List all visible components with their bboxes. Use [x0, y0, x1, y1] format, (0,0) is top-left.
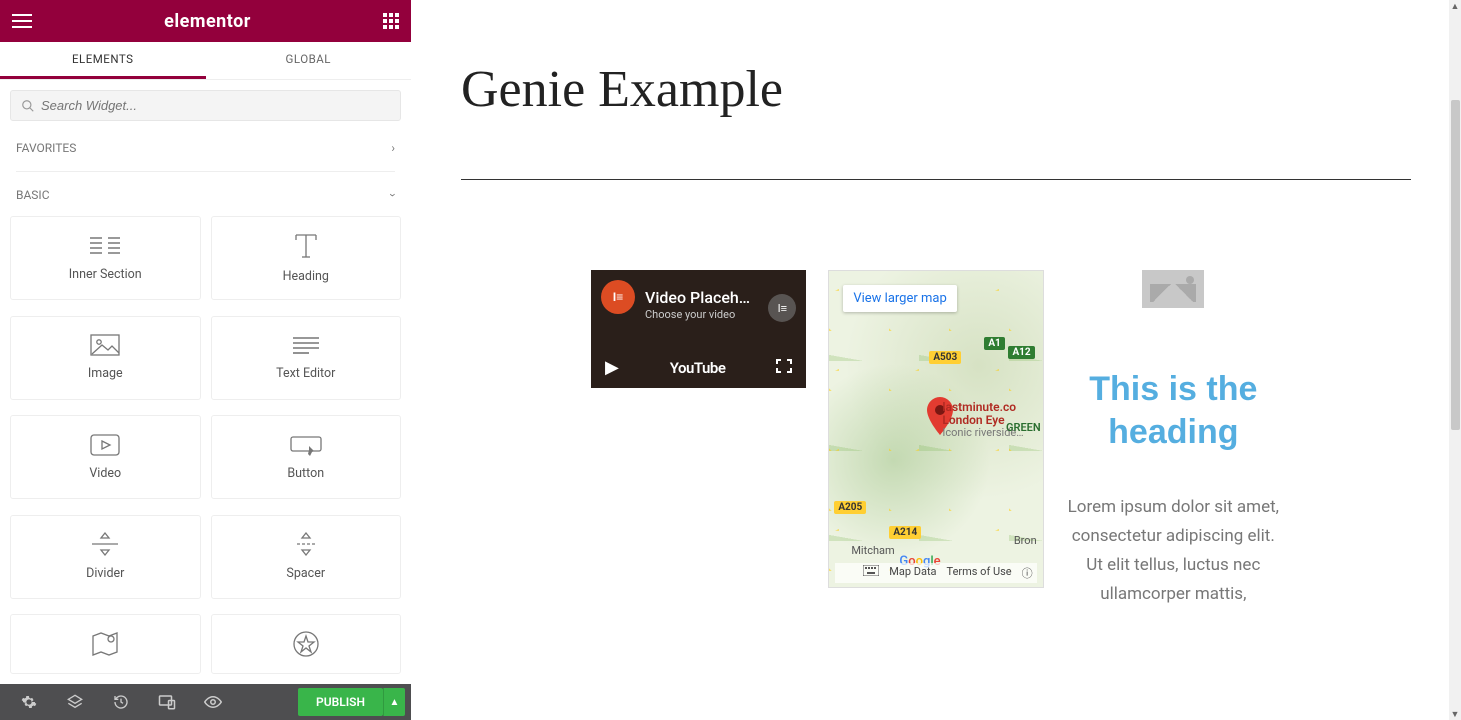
widget-label: Video [89, 466, 121, 481]
widget-map[interactable] [10, 614, 201, 674]
navigator-button[interactable] [52, 684, 98, 720]
heading-widget[interactable]: This is the heading [1066, 368, 1281, 453]
view-larger-map-button[interactable]: View larger map [843, 285, 956, 312]
road-label: A214 [889, 526, 921, 539]
widget-label: Image [88, 366, 123, 381]
widget-label: Spacer [286, 566, 325, 581]
text-editor-icon [291, 334, 321, 356]
widget-button[interactable]: Button [211, 415, 402, 499]
section-columns: I≡ Video Placeh… Choose your video ▶ You… [461, 270, 1411, 609]
map-area-label: GREEN [1006, 421, 1041, 434]
column-2[interactable]: A503 A1 A12 A205 A214 View larger map la… [828, 270, 1043, 609]
gear-icon [21, 694, 37, 710]
road-label: A503 [929, 351, 961, 364]
column-3[interactable]: This is the heading Lorem ipsum dolor si… [1066, 270, 1281, 609]
map-label-line: lastminute.co [942, 401, 1023, 414]
search-input[interactable] [41, 98, 390, 113]
search-icon [21, 99, 35, 113]
map-widget[interactable]: A503 A1 A12 A205 A214 View larger map la… [828, 270, 1043, 588]
video-icon [90, 434, 120, 456]
sidebar-header: elementor [0, 0, 411, 42]
widget-label: Text Editor [276, 366, 335, 381]
section-basic[interactable]: BASIC › [0, 178, 411, 212]
image-icon [90, 334, 120, 356]
widget-image[interactable]: Image [10, 316, 201, 400]
vertical-scrollbar[interactable]: ▲ ▼ [1449, 0, 1461, 720]
editor-canvas[interactable]: Genie Example I≡ Video Placeh… Choose yo… [411, 0, 1461, 720]
eye-icon [204, 695, 222, 709]
layers-icon [67, 694, 83, 710]
preview-button[interactable] [190, 684, 236, 720]
basic-label: BASIC [16, 188, 50, 202]
search-row [0, 80, 411, 131]
responsive-icon [158, 694, 176, 710]
caret-up-icon: ▲ [390, 697, 400, 708]
publish-options-button[interactable]: ▲ [383, 688, 405, 716]
search-widget[interactable] [10, 90, 401, 121]
elementor-sidebar: elementor ELEMENTS GLOBAL FAVORITES › BA… [0, 0, 411, 720]
widget-divider[interactable]: Divider [10, 515, 201, 599]
panel-tabs: ELEMENTS GLOBAL [0, 42, 411, 80]
road-label: A12 [1008, 346, 1034, 359]
settings-button[interactable] [6, 684, 52, 720]
favorites-label: FAVORITES [16, 141, 76, 155]
section-divider [16, 171, 395, 172]
map-terms-link[interactable]: Terms of Use [947, 565, 1012, 581]
scroll-up-icon[interactable]: ▲ [1449, 0, 1461, 12]
widget-label: Inner Section [69, 267, 142, 282]
column-1[interactable]: I≡ Video Placeh… Choose your video ▶ You… [591, 270, 806, 609]
video-widget[interactable]: I≡ Video Placeh… Choose your video ▶ You… [591, 270, 806, 388]
map-area-label: Bron [1014, 534, 1037, 547]
tab-elements[interactable]: ELEMENTS [0, 42, 206, 79]
text-editor-widget[interactable]: Lorem ipsum dolor sit amet, consectetur … [1066, 493, 1281, 609]
youtube-logo: YouTube [670, 359, 726, 377]
responsive-button[interactable] [144, 684, 190, 720]
brand-logo: elementor [164, 11, 251, 32]
divider-icon [90, 532, 120, 556]
map-data-link[interactable]: Map Data [889, 565, 936, 581]
spacer-icon [291, 532, 321, 556]
heading-icon [292, 233, 320, 259]
widget-inner-section[interactable]: Inner Section [10, 216, 201, 300]
columns-icon [90, 235, 120, 257]
widget-video[interactable]: Video [10, 415, 201, 499]
widget-icon[interactable] [211, 614, 402, 674]
map-footer: Map Data Terms of Use ⓘ [835, 563, 1036, 583]
panel-footer: PUBLISH ▲ [0, 684, 411, 720]
scrollbar-thumb[interactable] [1451, 100, 1460, 430]
keyboard-icon[interactable] [863, 565, 879, 576]
publish-button[interactable]: PUBLISH [298, 688, 383, 716]
play-icon[interactable]: ▶ [605, 357, 619, 378]
star-icon [293, 631, 319, 657]
map-pin-icon [90, 631, 120, 657]
widget-label: Button [287, 466, 324, 481]
map-area-label: Mitcham [851, 544, 894, 557]
widget-label: Divider [86, 566, 124, 581]
apps-grid-icon[interactable] [383, 13, 399, 29]
history-icon [113, 694, 129, 710]
image-placeholder-icon[interactable] [1142, 270, 1204, 308]
scroll-down-icon[interactable]: ▼ [1449, 708, 1461, 720]
widget-text-editor[interactable]: Text Editor [211, 316, 402, 400]
video-title: Video Placeh… [645, 288, 750, 307]
chevron-down-icon: › [386, 193, 400, 197]
page-title: Genie Example [461, 60, 1411, 119]
widget-spacer[interactable]: Spacer [211, 515, 402, 599]
chevron-right-icon: › [391, 141, 395, 155]
button-icon [290, 434, 322, 456]
fullscreen-icon[interactable] [776, 358, 792, 377]
info-icon[interactable]: ⓘ [1022, 565, 1033, 581]
elementor-badge-icon: I≡ [601, 280, 635, 314]
road-label: A205 [834, 501, 866, 514]
section-favorites[interactable]: FAVORITES › [0, 131, 411, 165]
menu-icon[interactable] [12, 14, 32, 28]
history-button[interactable] [98, 684, 144, 720]
divider-element[interactable] [461, 179, 1411, 180]
widget-label: Heading [283, 269, 329, 284]
tab-global[interactable]: GLOBAL [206, 42, 412, 79]
widget-list: Inner Section Heading Image Text Editor … [0, 212, 411, 684]
road-label: A1 [984, 337, 1004, 350]
widget-heading[interactable]: Heading [211, 216, 402, 300]
